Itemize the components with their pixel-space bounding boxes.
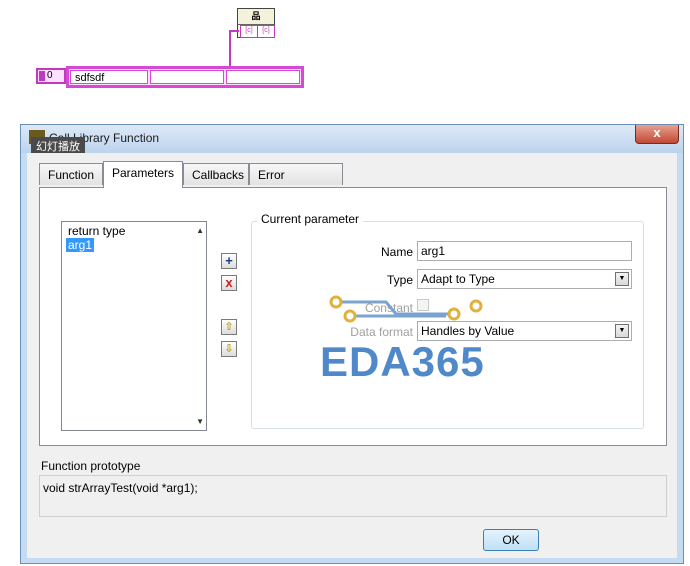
array-index-display[interactable]: 0: [36, 68, 66, 84]
prototype-display: void strArrayTest(void *arg1);: [39, 475, 667, 517]
chevron-down-icon[interactable]: ▼: [615, 324, 629, 338]
prototype-label: Function prototype: [41, 459, 141, 473]
group-title: Current parameter: [257, 212, 364, 226]
node-right-terminal[interactable]: [c]: [257, 25, 275, 38]
string-wire-vertical[interactable]: [229, 30, 231, 68]
move-down-button[interactable]: ⇩: [221, 341, 237, 357]
add-parameter-button[interactable]: +: [221, 253, 237, 269]
string-array-constant[interactable]: sdfsdf: [66, 66, 304, 88]
call-library-node[interactable]: 品 [c] [c]: [237, 8, 275, 38]
watermark-circuit-icon: [329, 295, 483, 323]
scroll-down-icon[interactable]: ▼: [196, 417, 204, 426]
tab-error-checking[interactable]: Error Checking: [249, 163, 343, 204]
title-bar[interactable]: Call Library Function 幻灯播放 x: [21, 125, 683, 155]
block-diagram: 品 [c] [c] 0 sdfsdf: [0, 0, 690, 118]
tab-callbacks[interactable]: Callbacks: [183, 163, 249, 185]
ok-button[interactable]: OK: [483, 529, 539, 551]
array-index-value: 0: [47, 70, 53, 81]
node-header: 品: [238, 9, 274, 25]
type-value: Adapt to Type: [421, 272, 495, 286]
chevron-down-icon[interactable]: ▼: [615, 272, 629, 286]
type-label: Type: [386, 273, 413, 287]
parameter-list[interactable]: return type arg1 ▲ ▼: [61, 221, 207, 431]
name-label: Name: [380, 245, 413, 259]
close-button[interactable]: x: [635, 125, 679, 144]
list-item-return-type[interactable]: return type: [66, 224, 127, 238]
index-arrows-icon[interactable]: [39, 71, 45, 81]
array-cell-empty[interactable]: [150, 70, 224, 84]
list-item-arg1[interactable]: arg1: [66, 238, 95, 252]
tab-parameters[interactable]: Parameters: [103, 161, 183, 188]
tab-function[interactable]: Function: [39, 163, 103, 185]
watermark-text: EDA365: [320, 338, 485, 385]
move-up-button[interactable]: ⇧: [221, 319, 237, 335]
type-select[interactable]: Adapt to Type ▼: [417, 269, 632, 289]
array-cell[interactable]: sdfsdf: [70, 70, 148, 84]
array-cell-empty[interactable]: [226, 70, 300, 84]
node-left-terminal[interactable]: [c]: [240, 25, 258, 38]
name-field[interactable]: arg1: [417, 241, 632, 261]
delete-parameter-button[interactable]: x: [221, 275, 237, 291]
scroll-up-icon[interactable]: ▲: [196, 226, 204, 235]
